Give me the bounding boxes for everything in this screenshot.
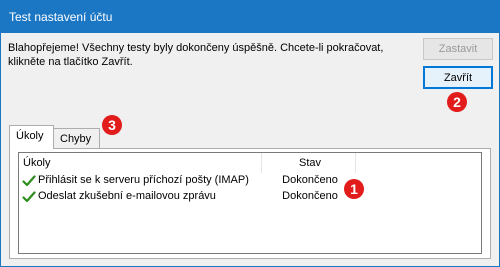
tab-panel-tasks: Úkoly Stav Přihlásit se k serveru přícho…	[9, 148, 491, 259]
status-message: Blahopřejeme! Všechny testy byly dokonče…	[8, 42, 384, 68]
task-status: Dokončeno	[282, 174, 338, 186]
check-icon	[22, 175, 36, 187]
dialog-window: Test nastavení účtu Blahopřejeme! Všechn…	[0, 0, 500, 267]
callout-badge-2: 2	[447, 92, 467, 112]
column-header-status[interactable]: Stav	[265, 153, 355, 173]
close-button[interactable]: Zavřít	[423, 66, 493, 89]
task-name: Odeslat zkušební e-mailovou zprávu	[38, 190, 216, 202]
column-header-tasks[interactable]: Úkoly	[23, 153, 261, 173]
task-name: Přihlásit se k serveru příchozí pošty (I…	[38, 174, 249, 186]
task-list[interactable]: Úkoly Stav Přihlásit se k serveru přícho…	[18, 152, 482, 254]
list-header: Úkoly Stav	[19, 153, 481, 173]
task-status: Dokončeno	[282, 190, 338, 202]
check-icon	[22, 191, 36, 203]
callout-badge-3: 3	[102, 115, 122, 135]
table-row[interactable]: Přihlásit se k serveru příchozí pošty (I…	[19, 173, 481, 189]
column-divider[interactable]	[261, 153, 262, 173]
title-bar[interactable]: Test nastavení účtu	[1, 1, 499, 33]
table-row[interactable]: Odeslat zkušební e-mailovou zprávu Dokon…	[19, 189, 481, 205]
tab-tasks[interactable]: Úkoly	[9, 125, 54, 149]
callout-badge-1: 1	[344, 179, 364, 199]
column-divider[interactable]	[355, 153, 356, 173]
tab-errors[interactable]: Chyby	[54, 128, 100, 149]
stop-button[interactable]: Zastavit	[423, 38, 493, 60]
window-title: Test nastavení účtu	[9, 10, 113, 24]
